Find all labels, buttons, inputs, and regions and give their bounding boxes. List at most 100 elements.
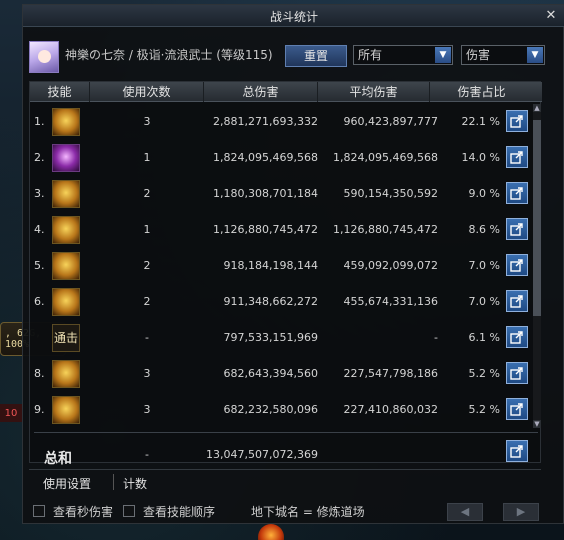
row-rank: 3.: [34, 187, 45, 200]
row-total-damage: 1,126,880,745,472: [213, 223, 318, 236]
col-skill: 技能: [30, 82, 90, 102]
row-total-damage: 1,180,308,701,184: [213, 187, 318, 200]
skill-icon: [52, 216, 80, 244]
share-icon: [510, 259, 523, 272]
scroll-down-icon[interactable]: ▼: [533, 420, 541, 428]
bottom-tabs: 使用设置 计数: [29, 469, 541, 493]
share-icon: [510, 331, 523, 344]
row-total-damage: 797,533,151,969: [223, 331, 318, 344]
avatar-face: [38, 50, 51, 63]
share-row-button[interactable]: [506, 146, 528, 168]
row-uses: -: [145, 331, 149, 344]
row-uses: 2: [143, 259, 151, 272]
skill-icon: [52, 252, 80, 280]
table-row: 5. 2 918,184,198,144 459,092,099,072 7.0 %: [30, 248, 542, 284]
row-avg-damage: 1,126,880,745,472: [333, 223, 438, 236]
share-row-button[interactable]: [506, 290, 528, 312]
stats-table: 技能 使用次数 总伤害 平均伤害 伤害占比 1. 3 2,881,271,693,3…: [29, 81, 542, 467]
share-row-button[interactable]: [506, 398, 528, 420]
skill-icon: [52, 360, 80, 388]
row-avg-damage: 590,154,350,592: [343, 187, 438, 200]
share-sum-button[interactable]: [506, 440, 528, 462]
filter-select-value: 所有: [358, 48, 383, 62]
table-row: 2. 1 1,824,095,469,568 1,824,095,469,568 14.…: [30, 140, 542, 176]
share-row-button[interactable]: [506, 182, 528, 204]
row-damage-share: 8.6 %: [468, 223, 500, 236]
sum-divider: [34, 432, 538, 433]
character-name: 神樂の七奈 / 极诣·流浪武士 (等级115): [65, 48, 273, 62]
row-rank: 1.: [34, 115, 45, 128]
row-uses: 3: [143, 367, 151, 380]
row-rank: 9.: [34, 403, 45, 416]
row-total-damage: 682,643,394,560: [223, 367, 318, 380]
col-avg-damage: 平均伤害: [318, 82, 430, 102]
skill-icon: [52, 144, 80, 172]
row-avg-damage: 227,410,860,032: [343, 403, 438, 416]
table-row: 9. 3 682,232,580,096 227,410,860,032 5.2 %: [30, 392, 542, 428]
tab-count[interactable]: 计数: [123, 475, 147, 492]
share-row-button[interactable]: [506, 110, 528, 132]
scrollbar-thumb[interactable]: [533, 120, 541, 316]
filter-select[interactable]: 所有 ▼: [353, 45, 453, 65]
share-icon: [510, 187, 523, 200]
row-uses: 3: [143, 403, 151, 416]
row-avg-damage: 960,423,897,777: [343, 115, 438, 128]
table-row: 通击 - 797,533,151,969 - 6.1 %: [30, 320, 542, 356]
scroll-up-icon[interactable]: ▲: [533, 104, 541, 112]
title-bar[interactable]: 战斗统计 ✕: [23, 5, 564, 27]
row-rank: 8.: [34, 367, 45, 380]
tab-separator: [113, 474, 114, 490]
row-total-damage: 2,881,271,693,332: [213, 115, 318, 128]
skill-icon-text: 通击: [53, 330, 78, 345]
row-damage-share: 22.1 %: [461, 115, 500, 128]
share-icon: [510, 223, 523, 236]
sum-uses: -: [145, 448, 149, 461]
row-damage-share: 5.2 %: [468, 403, 500, 416]
table-header: 技能 使用次数 总伤害 平均伤害 伤害占比: [30, 82, 542, 102]
row-damage-share: 7.0 %: [468, 295, 500, 308]
row-total-damage: 682,232,580,096: [223, 403, 318, 416]
window-title: 战斗统计: [269, 10, 318, 24]
chevron-down-icon[interactable]: ▼: [435, 47, 451, 63]
next-page-button[interactable]: ▶: [503, 503, 539, 521]
sum-total: 13,047,507,072,369: [206, 448, 318, 461]
chevron-down-icon[interactable]: ▼: [527, 47, 543, 63]
row-total-damage: 911,348,662,272: [223, 295, 318, 308]
tab-usage-settings[interactable]: 使用设置: [43, 475, 91, 492]
row-avg-damage: 455,674,331,136: [343, 295, 438, 308]
close-icon[interactable]: ✕: [543, 8, 559, 24]
col-total-damage: 总伤害: [204, 82, 318, 102]
skill-icon: [52, 108, 80, 136]
battle-stats-window: 战斗统计 ✕ 神樂の七奈 / 极诣·流浪武士 (等级115) 重置 所有 ▼ 伤…: [22, 4, 564, 524]
metric-select-value: 伤害: [466, 48, 491, 62]
table-row: 6. 2 911,348,662,272 455,674,331,136 7.0 %: [30, 284, 542, 320]
scrollbar[interactable]: ▲ ▼: [533, 104, 541, 428]
prev-page-button[interactable]: ◀: [447, 503, 483, 521]
skill-icon: [52, 288, 80, 316]
row-damage-share: 7.0 %: [468, 259, 500, 272]
skill-icon: [52, 396, 80, 424]
metric-select[interactable]: 伤害 ▼: [461, 45, 545, 65]
row-rank: 4.: [34, 223, 45, 236]
share-icon: [510, 403, 523, 416]
share-row-button[interactable]: [506, 326, 528, 348]
row-uses: 3: [143, 115, 151, 128]
per-second-checkbox[interactable]: [33, 505, 45, 517]
row-avg-damage: -: [434, 331, 438, 344]
skill-icon: [52, 180, 80, 208]
share-icon: [510, 151, 523, 164]
row-damage-share: 5.2 %: [468, 367, 500, 380]
share-row-button[interactable]: [506, 218, 528, 240]
reset-button[interactable]: 重置: [285, 45, 347, 67]
skill-order-checkbox[interactable]: [123, 505, 135, 517]
share-row-button[interactable]: [506, 362, 528, 384]
share-row-button[interactable]: [506, 254, 528, 276]
per-second-label: 查看秒伤害: [53, 505, 114, 519]
row-rank: 5.: [34, 259, 45, 272]
table-row: 8. 3 682,643,394,560 227,547,798,186 5.2 %: [30, 356, 542, 392]
row-avg-damage: 1,824,095,469,568: [333, 151, 438, 164]
row-rank: 6.: [34, 295, 45, 308]
row-avg-damage: 227,547,798,186: [343, 367, 438, 380]
row-total-damage: 918,184,198,144: [223, 259, 318, 272]
red-tag: 10: [0, 404, 22, 422]
